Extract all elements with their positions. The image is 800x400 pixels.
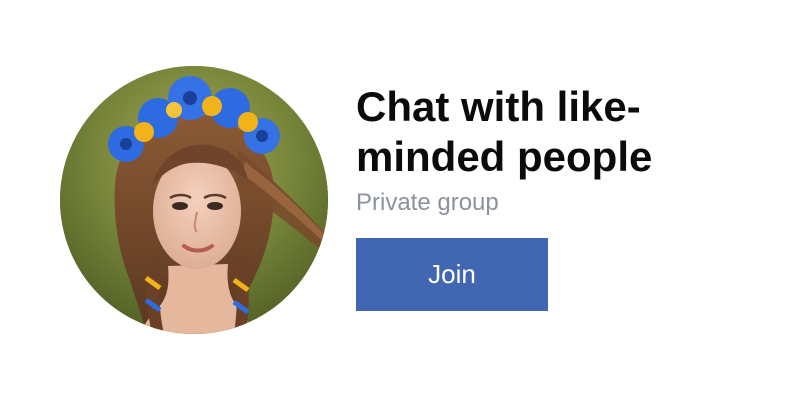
group-info: Chat with like-minded people Private gro…	[356, 82, 776, 311]
group-invite-card: Chat with like-minded people Private gro…	[0, 0, 800, 400]
group-privacy-label: Private group	[356, 189, 499, 216]
join-button[interactable]: Join	[356, 238, 548, 311]
group-title: Chat with like-minded people	[356, 83, 653, 180]
group-avatar	[60, 66, 328, 334]
group-photo-avatar-icon	[60, 66, 328, 334]
join-button-label: Join	[428, 259, 476, 289]
